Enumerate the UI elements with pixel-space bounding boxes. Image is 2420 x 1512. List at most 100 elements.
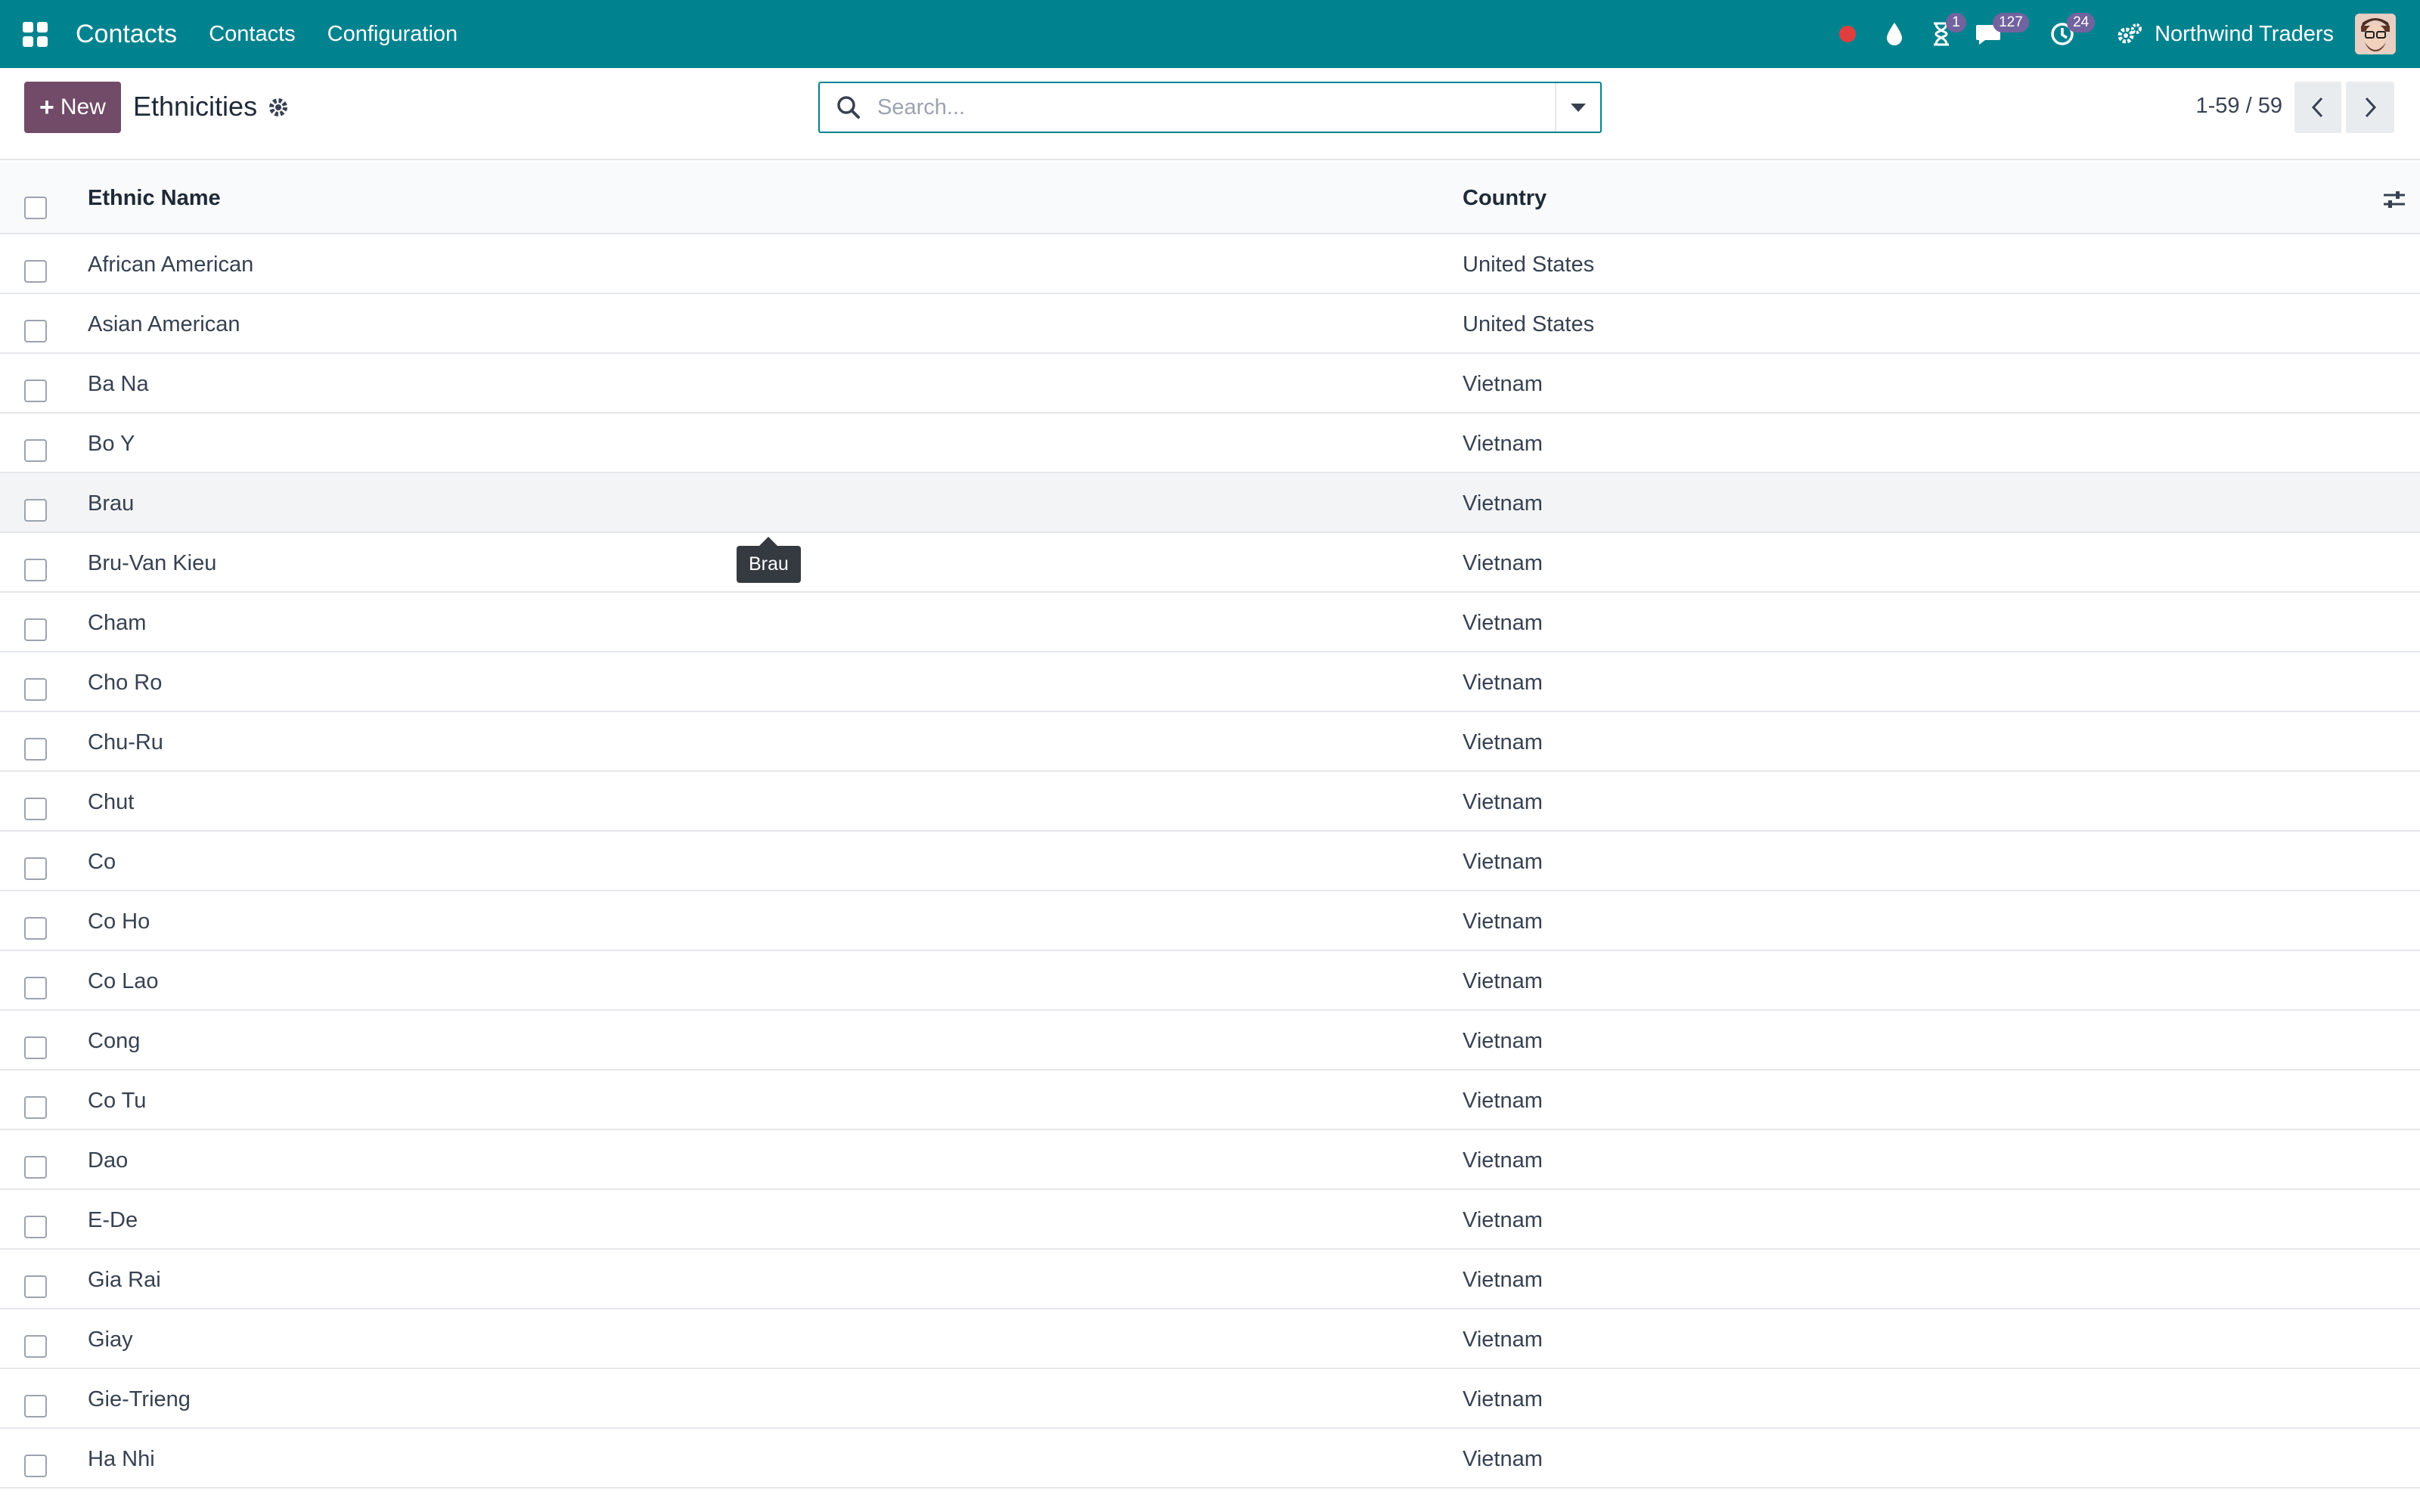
cell-country: United States [1463,312,1595,336]
systray: 1 127 24 Northwind Traders [1832,0,2420,68]
clock-icon[interactable]: 24 [2047,13,2096,49]
activity-badge: 1 [1946,13,1966,33]
table-row[interactable]: Co Ho Vietnam [0,891,2420,951]
cell-ethnic-name: Bo Y [88,432,135,456]
table-row[interactable]: Co Vietnam [0,832,2420,891]
table-row[interactable]: Chu-Ru Vietnam [0,712,2420,772]
row-checkbox[interactable] [24,1156,47,1179]
settings-gears-icon[interactable] [2115,19,2145,49]
cell-country: Vietnam [1463,1029,1543,1053]
app-menu-icon[interactable] [18,17,51,51]
row-checkbox[interactable] [24,439,47,462]
row-checkbox[interactable] [24,738,47,761]
table-row[interactable]: Gia Rai Vietnam [0,1250,2420,1309]
row-checkbox[interactable] [24,977,47,999]
gear-icon[interactable] [266,95,290,119]
table-row[interactable]: E-De Vietnam [0,1190,2420,1250]
cell-country: Vietnam [1463,909,1543,934]
row-checkbox[interactable] [24,1275,47,1298]
row-checkbox[interactable] [24,1455,47,1477]
table-row[interactable]: Giay Vietnam [0,1309,2420,1369]
chevron-right-icon [2365,97,2377,118]
cell-ethnic-name: Cho Ro [88,671,163,695]
cell-ethnic-name: Chu-Ru [88,730,163,754]
row-checkbox[interactable] [24,857,47,880]
search-input[interactable] [876,85,1555,130]
table-row[interactable]: Co Tu Vietnam [0,1070,2420,1130]
messages-badge: 127 [1993,13,2029,33]
table-row[interactable]: Gie-Trieng Vietnam [0,1369,2420,1429]
chat-icon[interactable]: 127 [1973,13,2029,49]
chevron-left-icon [2311,97,2323,118]
chevron-down-icon [1571,103,1586,112]
cell-country: Vietnam [1463,1148,1543,1173]
droplet-icon[interactable] [1879,19,1910,49]
row-checkbox[interactable] [24,1335,47,1358]
cell-country: Vietnam [1463,1208,1543,1232]
row-checkbox[interactable] [24,499,47,522]
table-row[interactable]: Cho Ro Vietnam [0,652,2420,712]
row-checkbox[interactable] [24,678,47,701]
row-checkbox[interactable] [24,917,47,940]
table-row[interactable]: Bo Y Vietnam [0,414,2420,473]
app-brand[interactable]: Contacts [76,20,177,49]
record-icon[interactable] [1832,19,1863,49]
cell-country: Vietnam [1463,850,1543,874]
cell-country: Vietnam [1463,969,1543,993]
clock-badge: 24 [2067,13,2096,33]
new-button[interactable]: + New [24,82,121,133]
table-row[interactable]: Dao Vietnam [0,1130,2420,1190]
row-checkbox[interactable] [24,320,47,342]
cell-ethnic-name: Brau [88,491,135,516]
table-row[interactable]: Cong Vietnam [0,1011,2420,1070]
pager-next-button[interactable] [2346,82,2394,133]
cell-ethnic-name: Co Lao [88,969,159,993]
table-row[interactable]: Ba Na Vietnam [0,354,2420,414]
cell-country: Vietnam [1463,1089,1543,1113]
pager-value[interactable]: 1-59 / 59 [2196,94,2282,119]
table-row[interactable]: African American United States [0,234,2420,294]
cell-ethnic-name: Ha Nhi [88,1447,155,1471]
cell-country: Vietnam [1463,730,1543,754]
row-checkbox[interactable] [24,260,47,283]
row-checkbox[interactable] [24,1216,47,1238]
table-row[interactable]: Brau Vietnam [0,473,2420,533]
cell-ethnic-name: Cham [88,611,147,635]
column-header-country[interactable]: Country [1463,186,1547,211]
pager-previous-button[interactable] [2294,82,2343,133]
row-checkbox[interactable] [24,618,47,641]
row-checkbox[interactable] [24,1395,47,1418]
table-row[interactable]: Ha Nhi Vietnam [0,1429,2420,1489]
table-header: Ethnic Name Country [0,162,2420,234]
cell-ethnic-name: Giay [88,1328,133,1352]
cell-country: Vietnam [1463,551,1543,575]
row-checkbox[interactable] [24,1096,47,1119]
page-title: Ethnicities [133,91,258,122]
menu-configuration[interactable]: Configuration [327,22,458,47]
table-row[interactable]: Asian American United States [0,294,2420,354]
cell-ethnic-name: African American [88,253,254,277]
menu-contacts[interactable]: Contacts [209,22,295,47]
row-checkbox[interactable] [24,559,47,581]
row-checkbox[interactable] [24,798,47,820]
column-header-ethnic-name[interactable]: Ethnic Name [88,186,221,211]
table-row[interactable]: Chut Vietnam [0,772,2420,832]
cell-country: Vietnam [1463,611,1543,635]
hourglass-icon[interactable]: 1 [1926,13,1966,49]
select-all-checkbox[interactable] [24,197,47,219]
row-checkbox[interactable] [24,1036,47,1059]
table-row[interactable]: Co Lao Vietnam [0,951,2420,1011]
search-options-toggle[interactable] [1555,83,1600,132]
cell-country: Vietnam [1463,671,1543,695]
row-checkbox[interactable] [24,380,47,402]
table-row[interactable]: Bru-Van Kieu Vietnam [0,533,2420,593]
company-switcher[interactable]: Northwind Traders [2155,22,2334,47]
optional-columns-icon[interactable] [2381,187,2408,212]
cell-country: Vietnam [1463,491,1543,516]
cell-ethnic-name: Co [88,850,116,874]
table-row[interactable]: Cham Vietnam [0,593,2420,652]
tooltip: Brau [737,546,801,583]
cell-ethnic-name: Co Tu [88,1089,147,1113]
user-avatar[interactable] [2355,14,2396,54]
control-panel: + New Ethnicities 1-59 / 59 [0,68,2420,160]
